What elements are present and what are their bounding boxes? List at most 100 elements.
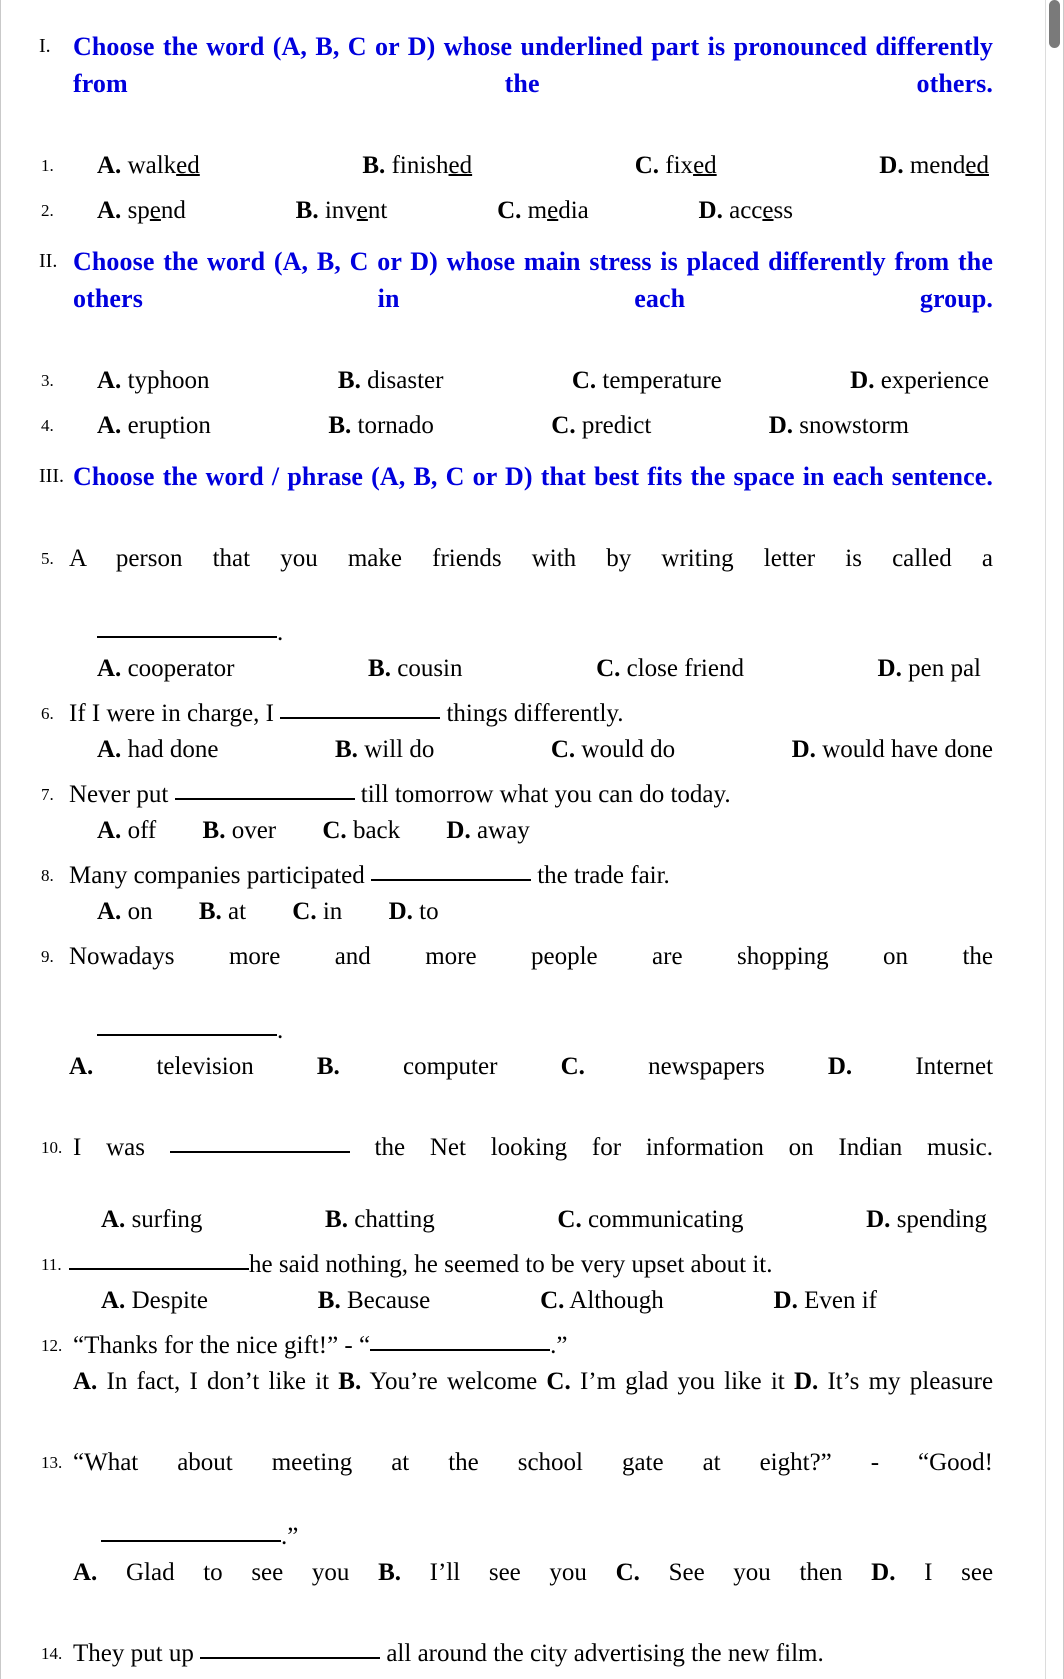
option-a[interactable]: A. off <box>97 817 156 844</box>
document-body: I. Choose the word (A, B, C or D) whose … <box>1 0 1041 1679</box>
option-text: would do <box>581 736 676 763</box>
option-c[interactable]: C. magazines <box>528 1672 664 1679</box>
option-b[interactable]: B. finished <box>362 148 472 184</box>
option-letter: A. <box>97 152 122 179</box>
answer-blank[interactable] <box>97 1034 277 1036</box>
option-text: newspapers <box>648 1053 765 1080</box>
vertical-scrollbar[interactable] <box>1045 0 1063 1679</box>
option-d[interactable]: D. I see <box>871 1559 993 1586</box>
option-d[interactable]: D. would have done <box>792 732 993 768</box>
option-b[interactable]: B. will do <box>335 732 434 768</box>
option-a[interactable]: A. Despite <box>101 1283 208 1319</box>
option-c[interactable]: C. in <box>292 898 342 925</box>
option-a[interactable]: A. In fact, I don’t like it <box>73 1368 329 1395</box>
option-letter: C. <box>596 655 621 682</box>
option-c[interactable]: C. Although <box>540 1283 664 1319</box>
option-text: I’m glad you like it <box>579 1368 785 1395</box>
answer-blank[interactable] <box>174 798 355 800</box>
option-a[interactable]: A. surfing <box>101 1202 202 1238</box>
option-c[interactable]: C. See you then <box>616 1559 843 1586</box>
option-a[interactable]: A. posters <box>101 1672 202 1679</box>
answer-blank[interactable] <box>200 1657 381 1659</box>
question-13-stem: “What about meeting at the school gate a… <box>73 1445 993 1517</box>
option-b[interactable]: B. cousin <box>368 651 462 687</box>
option-d[interactable]: D. It’s my pleasure <box>794 1368 993 1395</box>
option-c[interactable]: C. communicating <box>557 1202 743 1238</box>
option-c[interactable]: C. would do <box>551 732 675 768</box>
option-c[interactable]: C. fixed <box>635 148 717 184</box>
option-c[interactable]: C. media <box>497 193 589 229</box>
option-a[interactable]: A. <box>69 1053 93 1080</box>
option-c[interactable]: C. I’m glad you like it <box>546 1368 784 1395</box>
option-a[interactable]: A. typhoon <box>97 363 210 399</box>
option-text-pre: finish <box>391 152 449 179</box>
section-heading-3: III. Choose the word / phrase (A, B, C o… <box>39 458 993 532</box>
option-letter: B. <box>335 736 358 763</box>
answer-blank[interactable] <box>280 717 441 719</box>
answer-blank[interactable] <box>370 1349 551 1351</box>
option-b[interactable]: B. I’ll see you <box>378 1559 587 1586</box>
question-12-body: “Thanks for the nice gift!” - “ .” A. In … <box>73 1328 993 1436</box>
answer-blank[interactable] <box>169 1151 350 1153</box>
option-b[interactable]: B. over <box>203 817 277 844</box>
option-c[interactable]: C. close friend <box>596 651 744 687</box>
option-c[interactable]: C. predict <box>551 408 651 444</box>
option-letter: C. <box>546 1368 571 1395</box>
question-4-body: A. eruption B. tornado C. predict D. sno… <box>69 408 993 444</box>
option-a[interactable]: A. eruption <box>97 408 211 444</box>
option-c[interactable]: C. back <box>322 817 400 844</box>
option-b[interactable]: B. invent <box>296 193 388 229</box>
scrollbar-thumb[interactable] <box>1049 0 1060 48</box>
option-a[interactable]: A. had done <box>97 732 219 768</box>
option-letter: C. <box>551 412 576 439</box>
option-letter: C. <box>571 367 597 394</box>
question-10-body: I was the Net looking for information on… <box>73 1130 993 1238</box>
option-a[interactable]: A. walked <box>97 148 200 184</box>
answer-blank[interactable] <box>370 879 531 881</box>
option-b[interactable]: B. at <box>199 898 246 925</box>
option-letter: D. <box>773 1287 798 1314</box>
stem-text-before: I was <box>73 1134 145 1161</box>
option-letter: D. <box>446 817 471 844</box>
option-d[interactable]: D. Even if <box>774 1283 877 1319</box>
option-a[interactable]: A. cooperator <box>97 651 234 687</box>
option-b[interactable]: B. You’re welcome <box>338 1368 537 1395</box>
answer-blank[interactable] <box>69 1268 249 1270</box>
option-c[interactable]: C. <box>561 1053 585 1080</box>
option-a[interactable]: A. Glad to see you <box>73 1559 349 1586</box>
option-b[interactable]: B. Because <box>318 1283 430 1319</box>
question-5-stem: A person that you make friends with by w… <box>69 541 993 613</box>
option-a[interactable]: A. spend <box>97 193 186 229</box>
question-7-stem: Never put till tomorrow what you can do … <box>69 777 993 813</box>
option-text: eruption <box>127 412 211 439</box>
option-b[interactable]: B. tornado <box>328 408 434 444</box>
option-d[interactable]: D. away <box>446 817 529 844</box>
option-d[interactable]: D. spending <box>866 1202 987 1238</box>
stem-text-before: “What about meeting at the school gate a… <box>73 1449 993 1476</box>
answer-blank[interactable] <box>97 636 277 638</box>
question-9-body: Nowadays more and more people are shoppi… <box>69 939 993 1121</box>
option-d[interactable]: D. snowstorm <box>769 408 909 444</box>
option-d[interactable]: D. <box>828 1053 852 1080</box>
question-9-number: 9. <box>41 947 54 966</box>
option-a[interactable]: A. on <box>97 898 153 925</box>
option-b[interactable]: B. portraits <box>309 1672 422 1679</box>
question-6: 6. If I were in charge, I things differe… <box>39 696 993 768</box>
option-letter: A. <box>97 367 122 394</box>
option-d[interactable]: D. mended <box>879 148 989 184</box>
option-b[interactable]: B. chatting <box>325 1202 435 1238</box>
option-c[interactable]: C. temperature <box>572 363 722 399</box>
option-d[interactable]: D. experience <box>850 363 989 399</box>
option-text: chatting <box>354 1206 435 1233</box>
question-3: 3. A. typhoon B. disaster C. temperature… <box>39 363 993 399</box>
option-d[interactable]: D. to <box>389 898 439 925</box>
option-d[interactable]: D. pen pal <box>878 651 981 687</box>
option-d[interactable]: D. access <box>699 193 793 229</box>
question-12-stem: “Thanks for the nice gift!” - “ .” <box>73 1328 993 1364</box>
question-9-blank-row: . <box>69 1013 993 1049</box>
option-text: experience <box>880 367 989 394</box>
option-d[interactable]: D. leaflets <box>770 1672 873 1679</box>
answer-blank[interactable] <box>101 1540 281 1542</box>
option-b[interactable]: B. disaster <box>338 363 444 399</box>
option-b[interactable]: B. <box>317 1053 340 1080</box>
